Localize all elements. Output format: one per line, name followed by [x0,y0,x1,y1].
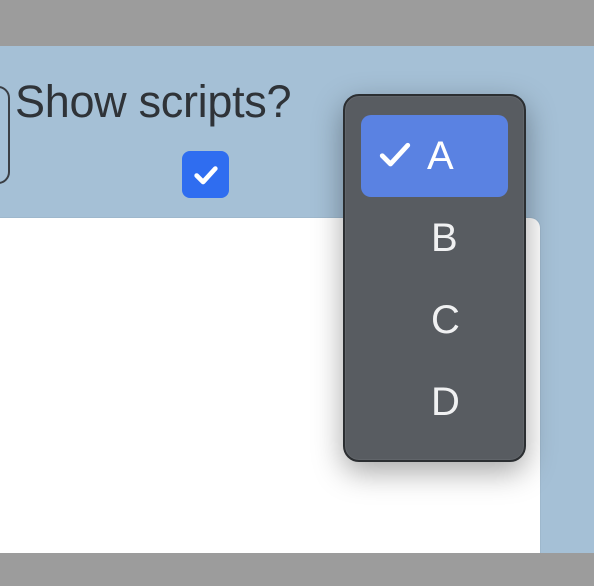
dropdown-option-label: A [427,133,454,178]
dropdown-option-label: D [431,379,460,424]
bottom-bar [0,553,594,586]
left-control-edge[interactable] [0,86,10,184]
dropdown-option-a[interactable]: A [361,115,508,197]
screen: Show scripts? A B C D [0,0,594,586]
dropdown-option-d[interactable]: D [361,361,508,443]
checkmark-icon [379,142,411,167]
show-scripts-label: Show scripts? [15,76,292,127]
check-icon [193,165,218,184]
top-bar [0,0,594,46]
dropdown-option-label: C [431,297,460,342]
dropdown-option-b[interactable]: B [361,197,508,279]
dropdown-option-label: B [431,215,458,260]
show-scripts-checkbox[interactable] [182,151,229,198]
script-selection-dropdown[interactable]: A B C D [343,94,526,462]
dropdown-option-c[interactable]: C [361,279,508,361]
